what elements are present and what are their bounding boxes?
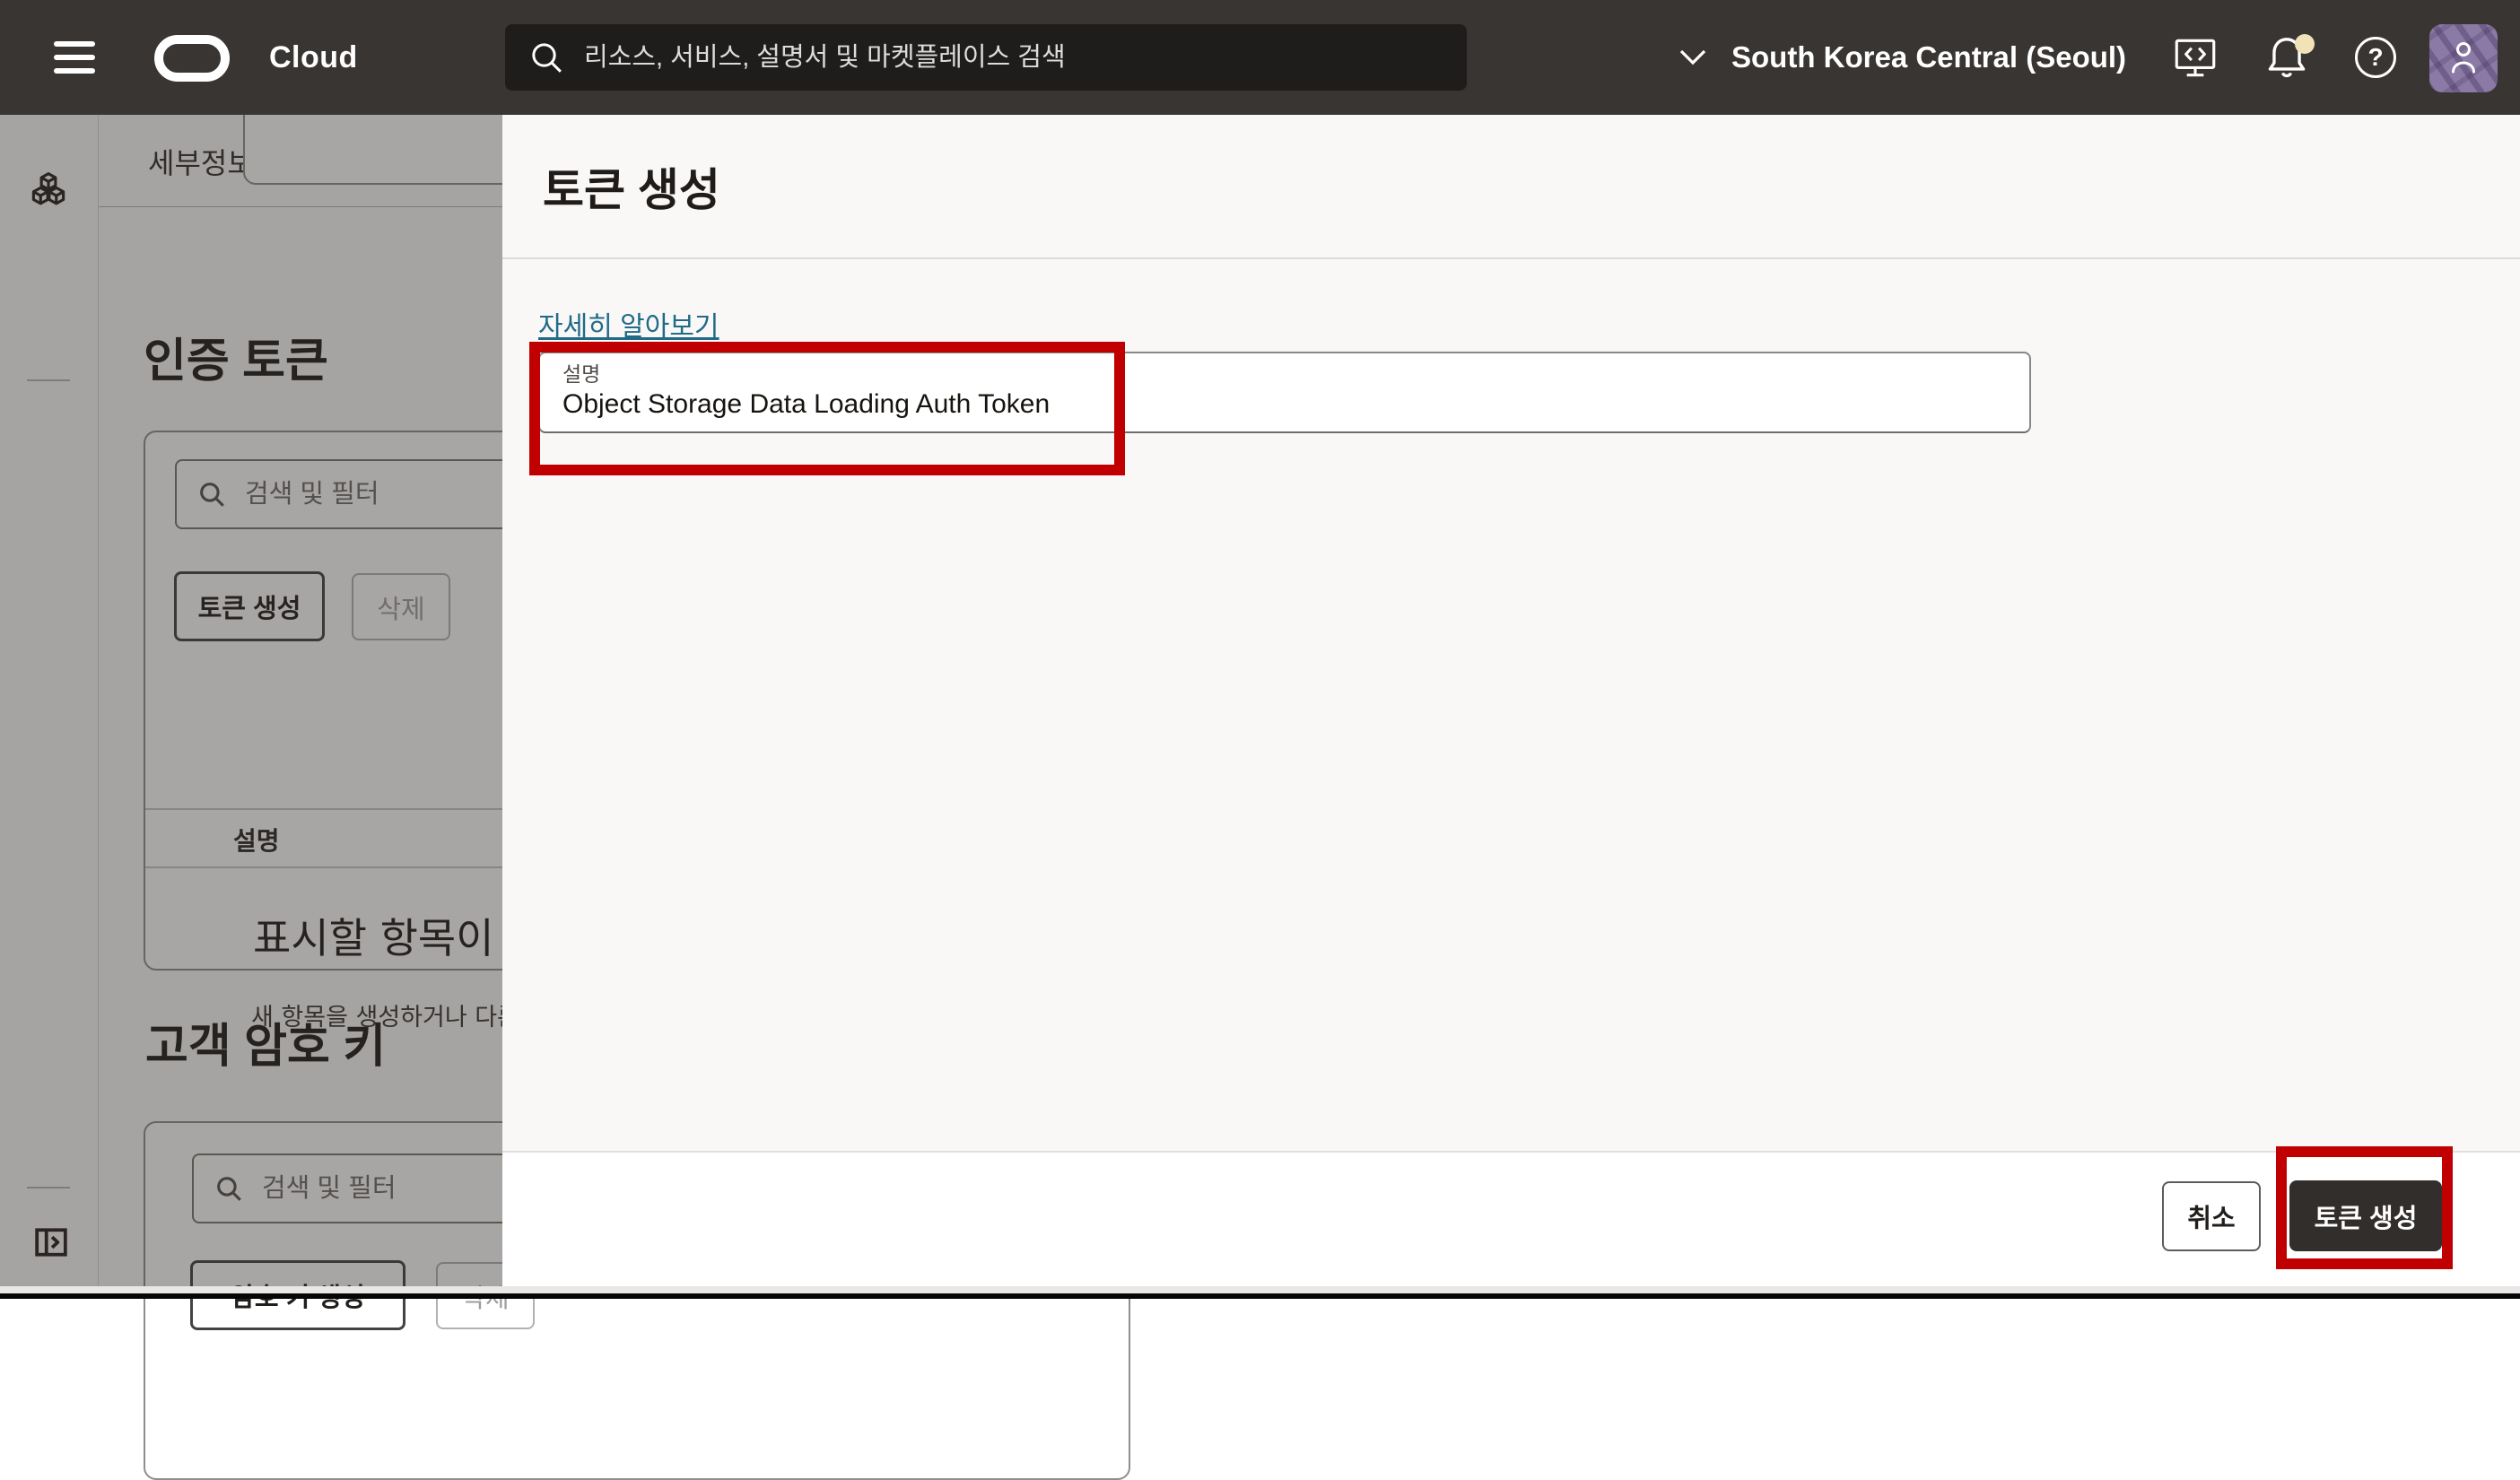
notification-badge (2295, 34, 2315, 54)
global-search[interactable] (505, 24, 1467, 91)
brand-label: Cloud (269, 39, 358, 74)
description-field-label: 설명 (562, 362, 601, 386)
cancel-button[interactable]: 취소 (2162, 1181, 2261, 1251)
help-icon[interactable]: ? (2355, 0, 2396, 115)
learn-more-link[interactable]: 자세히 알아보기 (538, 304, 719, 344)
description-field[interactable]: 설명 (538, 352, 2031, 433)
notifications-bell-icon[interactable] (2263, 0, 2315, 115)
chevron-down-icon (1679, 49, 1706, 65)
cloud-shell-icon[interactable] (2170, 0, 2220, 115)
oracle-logo[interactable] (154, 35, 230, 82)
topbar: Cloud South Korea Central (Seoul) ? (0, 0, 2520, 115)
bottom-scrollbar-strip (0, 1286, 2520, 1293)
drawer-title: 토큰 생성 (543, 165, 720, 215)
drawer-title-divider (502, 257, 2520, 259)
user-avatar[interactable] (2429, 24, 2498, 92)
person-icon (2452, 42, 2475, 74)
bottom-window-edge (0, 1293, 2520, 1299)
global-search-input[interactable] (584, 42, 1443, 73)
region-selector[interactable]: South Korea Central (Seoul) (1679, 0, 2126, 115)
description-input[interactable] (562, 388, 1998, 420)
generate-token-drawer: 토큰 생성 자세히 알아보기 설명 취소 토큰 생성 (502, 115, 2520, 1286)
search-icon (532, 43, 562, 73)
region-label: South Korea Central (Seoul) (1731, 40, 2127, 74)
hamburger-menu-icon[interactable] (54, 41, 95, 74)
help-symbol: ? (2367, 43, 2384, 71)
generate-token-submit-button[interactable]: 토큰 생성 (2289, 1180, 2442, 1251)
drawer-footer: 취소 토큰 생성 (502, 1151, 2520, 1286)
